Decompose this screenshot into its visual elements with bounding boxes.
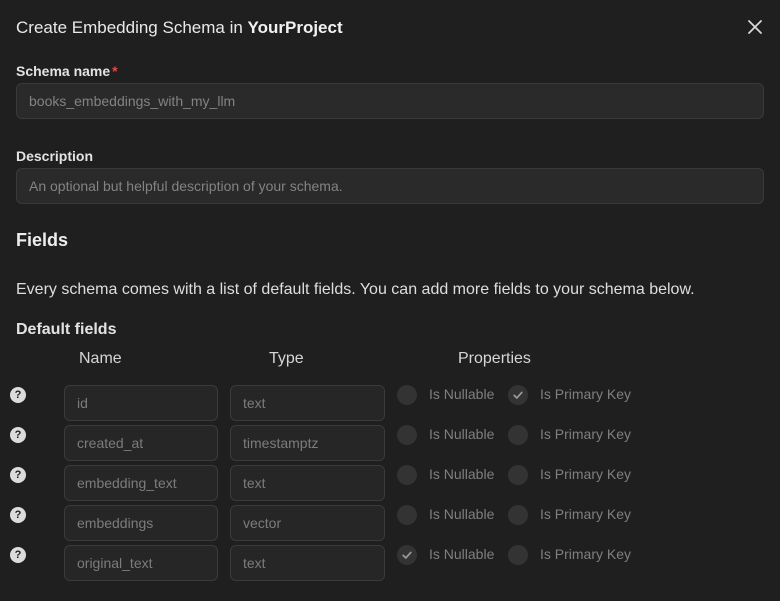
field-name-input[interactable]: created_at [64, 425, 218, 461]
create-embedding-schema-dialog: Create Embedding Schema in YourProject S… [0, 0, 780, 601]
question-circle-icon[interactable]: ? [10, 547, 26, 563]
nullable-label: Is Nullable [429, 426, 495, 442]
question-circle-icon[interactable]: ? [10, 467, 26, 483]
field-type-input[interactable]: text [230, 545, 385, 581]
nullable-label: Is Nullable [429, 506, 495, 522]
primary-key-checkbox[interactable] [508, 505, 528, 525]
nullable-checkbox[interactable] [397, 425, 417, 445]
fields-section-description: Every schema comes with a list of defaul… [16, 281, 695, 298]
fields-section-title: Fields [16, 230, 69, 250]
field-name-input[interactable]: id [64, 385, 218, 421]
nullable-checkbox[interactable] [397, 465, 417, 485]
primary-key-checkbox[interactable] [508, 385, 528, 405]
column-header-type: Type [269, 350, 304, 367]
field-name-input[interactable]: original_text [64, 545, 218, 581]
field-name-input[interactable]: embedding_text [64, 465, 218, 501]
check-icon [402, 551, 412, 559]
default-fields-title: Default fields [16, 321, 117, 338]
field-type-input[interactable]: timestamptz [230, 425, 385, 461]
field-type-input[interactable]: text [230, 465, 385, 501]
field-row: ? id text Is Nullable Is Primary Key [0, 385, 780, 421]
nullable-checkbox[interactable] [397, 545, 417, 565]
schema-name-input[interactable] [16, 83, 764, 119]
question-circle-icon[interactable]: ? [10, 427, 26, 443]
primary-key-label: Is Primary Key [540, 546, 632, 562]
column-header-properties: Properties [458, 350, 531, 367]
primary-key-label: Is Primary Key [540, 506, 632, 522]
check-icon [513, 391, 523, 399]
field-name-input[interactable]: embeddings [64, 505, 218, 541]
nullable-checkbox[interactable] [397, 385, 417, 405]
required-marker: * [112, 63, 118, 79]
description-input[interactable] [16, 168, 764, 204]
project-name: YourProject [247, 18, 343, 37]
primary-key-label: Is Primary Key [540, 466, 632, 482]
close-button[interactable] [743, 15, 767, 39]
primary-key-checkbox[interactable] [508, 465, 528, 485]
primary-key-checkbox[interactable] [508, 545, 528, 565]
dialog-title: Create Embedding Schema in YourProject [16, 18, 343, 38]
schema-name-label: Schema name * [16, 63, 118, 79]
field-row: ? original_text text Is Nullable Is Primary … [0, 545, 780, 581]
nullable-label: Is Nullable [429, 466, 495, 482]
primary-key-label: Is Primary Key [540, 426, 632, 442]
column-header-name: Name [79, 350, 122, 367]
schema-name-label-text: Schema name [16, 63, 111, 79]
field-row: ? created_at timestamptz Is Nullable Is Prim… [0, 425, 780, 461]
question-circle-icon[interactable]: ? [10, 507, 26, 523]
nullable-label: Is Nullable [429, 546, 495, 562]
nullable-checkbox[interactable] [397, 505, 417, 525]
field-type-input[interactable]: text [230, 385, 385, 421]
dialog-title-prefix: Create Embedding Schema in [16, 18, 243, 37]
field-row: ? embeddings vector Is Nullable Is Primary K… [0, 505, 780, 541]
field-type-input[interactable]: vector [230, 505, 385, 541]
field-row: ? embedding_text text Is Nullable Is Primary… [0, 465, 780, 501]
question-circle-icon[interactable]: ? [10, 387, 26, 403]
primary-key-label: Is Primary Key [540, 386, 632, 402]
nullable-label: Is Nullable [429, 386, 495, 402]
description-label: Description [16, 148, 94, 164]
primary-key-checkbox[interactable] [508, 425, 528, 445]
close-icon [748, 20, 762, 34]
